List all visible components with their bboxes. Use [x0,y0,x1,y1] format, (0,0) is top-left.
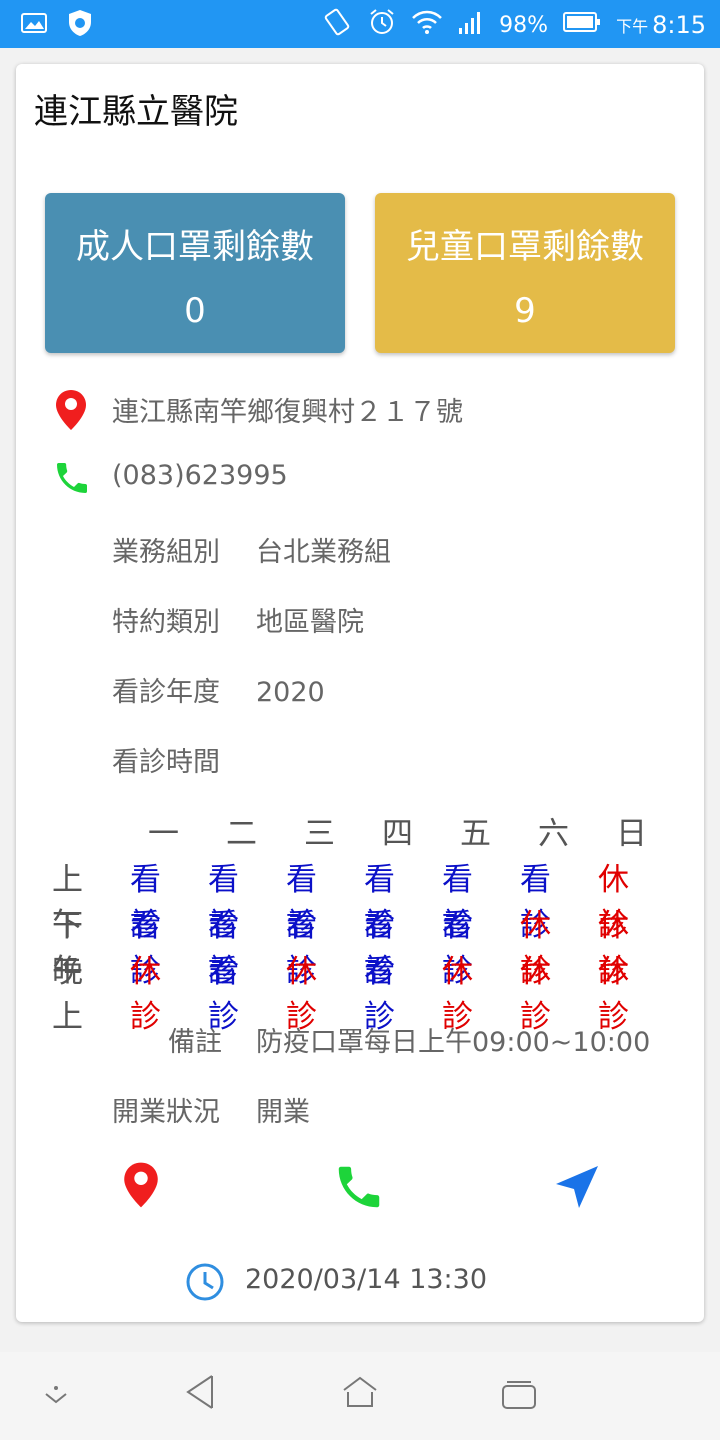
map-location-button[interactable] [122,1160,160,1214]
time-period: 下午 [616,17,649,36]
business-group-label: 業務組別 [112,537,220,568]
schedule-cell: 休診 [130,954,161,1035]
business-group-row: 業務組別 台北業務組 [112,530,391,569]
alarm-icon [367,7,397,43]
clock-time: 8:15 [652,11,706,39]
status-bar: 98% 下午 8:15 [0,0,720,48]
battery-text: 98% [499,12,549,38]
contract-type-label: 特約類別 [112,607,220,638]
updated-time: 2020/03/14 13:30 [245,1264,488,1295]
clock-icon [185,1262,225,1306]
call-button[interactable] [332,1160,386,1218]
image-icon [20,11,48,39]
open-status-row: 開業狀況 開業 [112,1090,310,1129]
note-row: 備註 防疫口罩每日上午09:00~10:00 [168,1020,650,1059]
day-header: 五 [460,816,491,852]
child-mask-label: 兒童口罩剩餘數 [406,227,644,267]
day-header: 六 [538,816,569,852]
wifi-icon [411,8,443,42]
contract-type-row: 特約類別 地區醫院 [112,600,364,639]
navigate-icon[interactable] [552,1162,602,1216]
adult-mask-label: 成人口罩剩餘數 [76,227,314,267]
year-row: 看診年度 2020 [112,670,325,709]
recent-apps-button[interactable] [500,1380,538,1416]
period-label-evening: 晚上 [52,954,83,1035]
note-value: 防疫口罩每日上午09:00~10:00 [256,1027,651,1058]
note-label: 備註 [168,1027,222,1058]
day-header: 二 [226,816,257,852]
shield-app-icon [66,8,94,42]
address-text: 連江縣南竿鄉復興村２１７號 [112,397,463,428]
navigation-bar [0,1352,720,1440]
hospital-card: 連江縣立醫院 成人口罩剩餘數 0 兒童口罩剩餘數 9 連江縣南竿鄉復興村２１７號… [16,64,704,1322]
year-value: 2020 [256,677,325,708]
phone-number[interactable]: (083)623995 [112,460,288,491]
adult-mask-tile: 成人口罩剩餘數 0 [45,193,345,353]
child-mask-tile: 兒童口罩剩餘數 9 [375,193,675,353]
day-header: 三 [304,816,335,852]
open-status-label: 開業狀況 [112,1097,220,1128]
hospital-name: 連江縣立醫院 [34,92,238,132]
child-mask-count: 9 [514,291,536,331]
location-pin-icon [54,388,88,436]
battery-icon [562,10,602,40]
hours-label: 看診時間 [112,747,220,778]
contract-type-value: 地區醫院 [256,607,364,638]
day-header: 四 [382,816,413,852]
adult-mask-count: 0 [184,291,206,331]
vibrate-icon [321,6,353,44]
business-group-value: 台北業務組 [256,537,391,568]
open-status-value: 開業 [256,1097,310,1128]
day-header: 一 [148,816,179,852]
hide-nav-icon[interactable] [40,1384,72,1412]
year-label: 看診年度 [112,677,220,708]
phone-icon [52,458,92,502]
signal-icon [457,8,485,42]
day-header: 日 [616,816,647,852]
back-button[interactable] [182,1372,218,1416]
home-button[interactable] [340,1372,380,1416]
